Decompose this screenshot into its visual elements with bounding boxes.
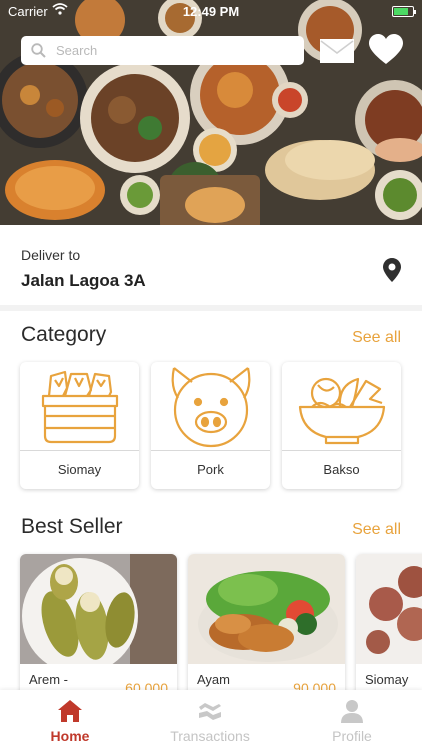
product-photo — [356, 554, 422, 664]
tab-label: Home — [50, 728, 90, 744]
mail-icon[interactable] — [319, 38, 355, 64]
profile-icon — [341, 700, 363, 723]
best-seller-see-all-link[interactable]: See all — [352, 521, 401, 539]
location-pin-icon[interactable] — [383, 258, 401, 282]
product-name: Siomay — [365, 672, 409, 687]
vegetable-bowl-icon — [298, 377, 385, 445]
tab-label: Transactions — [170, 728, 250, 744]
category-image — [282, 362, 401, 450]
hero-banner: Carrier 12:49 PM — [0, 0, 422, 225]
category-see-all-link[interactable]: See all — [352, 329, 401, 347]
tab-home[interactable]: Home — [30, 690, 110, 750]
pig-icon — [171, 367, 250, 448]
app-screen: Carrier 12:49 PM Deliver to Jal — [0, 0, 422, 750]
arem-arem-photo — [20, 554, 177, 664]
status-time: 12:49 PM — [182, 4, 240, 19]
product-photo — [20, 554, 177, 664]
heart-icon[interactable] — [369, 34, 403, 66]
search-input[interactable] — [56, 43, 256, 58]
transactions-icon — [199, 703, 221, 720]
product-name: Arem - — [29, 672, 68, 687]
category-card-siomay[interactable]: Siomay — [20, 362, 139, 489]
battery-icon — [392, 6, 416, 17]
delivery-address: Jalan Lagoa 3A — [21, 271, 146, 290]
home-icon — [58, 700, 82, 722]
category-card-bakso[interactable]: Bakso — [282, 362, 401, 489]
category-image — [20, 362, 139, 450]
delivery-section[interactable]: Deliver to Jalan Lagoa 3A — [0, 225, 422, 305]
product-photo — [188, 554, 345, 664]
best-seller-title: Best Seller — [21, 515, 123, 538]
deliver-to-label: Deliver to — [21, 247, 81, 263]
category-image — [151, 362, 270, 450]
product-name: Ayam — [197, 672, 230, 687]
tab-profile[interactable]: Profile — [312, 690, 392, 750]
category-label: Siomay — [57, 462, 102, 477]
product-card-ayam[interactable]: Ayam 90.000 — [188, 554, 345, 704]
ayam-goreng-photo — [188, 554, 345, 664]
category-label: Bakso — [323, 462, 360, 477]
product-card-arem[interactable]: Arem - 60.000 — [20, 554, 177, 704]
dumpling-basket-icon — [41, 370, 118, 444]
status-bar: Carrier 12:49 PM — [0, 0, 422, 24]
battery-level — [394, 8, 409, 15]
food-banner-image — [0, 0, 422, 225]
category-title: Category — [21, 323, 107, 346]
tab-transactions[interactable]: Transactions — [160, 690, 260, 750]
tab-label: Profile — [332, 728, 372, 744]
bottom-tab-bar: Home Transactions Profile — [0, 690, 422, 750]
section-divider — [0, 305, 422, 311]
search-icon — [31, 43, 46, 58]
category-label: Pork — [197, 462, 224, 477]
siomay-photo — [356, 554, 422, 664]
search-bar[interactable] — [21, 36, 304, 65]
product-card-siomay[interactable]: Siomay — [356, 554, 422, 704]
category-card-pork[interactable]: Pork — [151, 362, 270, 489]
